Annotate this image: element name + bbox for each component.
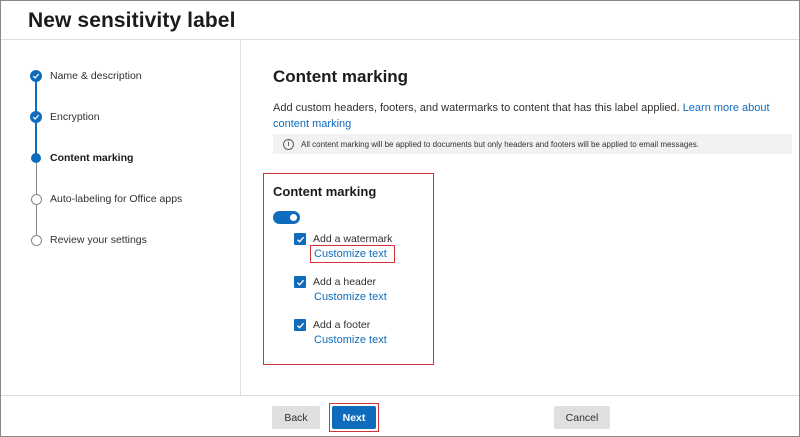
customize-footer-link[interactable]: Customize text: [314, 334, 387, 346]
header-checkbox[interactable]: [294, 276, 306, 288]
watermark-checkbox[interactable]: [294, 233, 306, 245]
footer-label: Add a footer: [313, 319, 371, 331]
checkmark-icon: [296, 322, 304, 329]
header-label: Add a header: [313, 276, 377, 288]
footer-divider: [1, 395, 799, 396]
step-review[interactable]: Review your settings: [30, 234, 147, 246]
checkmark-icon: [296, 236, 304, 243]
wizard-window: New sensitivity label Name & description…: [0, 0, 800, 437]
step-label: Review your settings: [50, 234, 147, 246]
step-label: Encryption: [50, 111, 100, 123]
header-divider: [1, 39, 799, 40]
step-label: Content marking: [50, 152, 134, 164]
column-divider: [240, 40, 241, 395]
customize-watermark-link[interactable]: Customize text: [314, 248, 387, 260]
next-button[interactable]: Next: [332, 406, 376, 429]
page-heading: Content marking: [273, 67, 409, 86]
watermark-label: Add a watermark: [313, 233, 393, 245]
step-encryption[interactable]: Encryption: [30, 111, 100, 123]
cancel-button[interactable]: Cancel: [554, 406, 610, 429]
info-banner: i All content marking will be applied to…: [273, 134, 792, 154]
step-label: Name & description: [50, 70, 142, 82]
page-description: Add custom headers, footers, and waterma…: [273, 100, 773, 132]
step-auto-labeling[interactable]: Auto-labeling for Office apps: [30, 193, 182, 205]
pending-step-icon: [30, 193, 42, 205]
step-name-description[interactable]: Name & description: [30, 70, 142, 82]
info-text: All content marking will be applied to d…: [301, 139, 699, 149]
check-icon: [30, 70, 42, 82]
footer-checkbox[interactable]: [294, 319, 306, 331]
info-icon: i: [283, 138, 294, 150]
section-title: Content marking: [273, 184, 377, 199]
content-marking-toggle[interactable]: [273, 211, 300, 224]
check-icon: [30, 111, 42, 123]
toggle-knob: [290, 214, 297, 221]
pending-step-icon: [30, 234, 42, 246]
back-button[interactable]: Back: [272, 406, 320, 429]
current-step-icon: [31, 153, 41, 163]
step-label: Auto-labeling for Office apps: [50, 193, 183, 205]
description-text: Add custom headers, footers, and waterma…: [273, 102, 680, 114]
step-content-marking[interactable]: Content marking: [30, 152, 133, 164]
checkmark-icon: [296, 279, 304, 286]
wizard-title: New sensitivity label: [28, 9, 236, 32]
customize-header-link[interactable]: Customize text: [314, 291, 387, 303]
